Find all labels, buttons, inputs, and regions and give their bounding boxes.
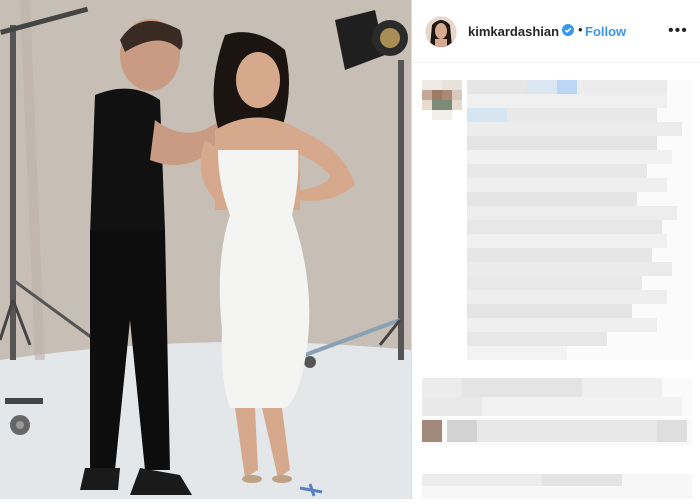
- pixelated-comment-1: [422, 378, 692, 416]
- photo-illustration: [0, 0, 411, 499]
- instagram-post: kimkardashian • Follow •••: [0, 0, 700, 499]
- post-side-panel: kimkardashian • Follow •••: [412, 0, 700, 499]
- follow-button[interactable]: Follow: [585, 24, 626, 39]
- post-header: kimkardashian • Follow •••: [412, 0, 700, 63]
- more-options-icon[interactable]: •••: [668, 22, 688, 40]
- avatar-image: [426, 17, 456, 47]
- pixelated-comment-2: [422, 418, 692, 446]
- post-photo[interactable]: [0, 0, 411, 499]
- pixelated-avatar: [422, 80, 462, 120]
- username-link[interactable]: kimkardashian: [468, 24, 559, 39]
- pixelated-caption: [467, 80, 692, 360]
- pixelated-comment-3: [422, 474, 692, 499]
- avatar[interactable]: [426, 17, 456, 47]
- verified-badge-icon: [562, 24, 574, 36]
- separator-dot: •: [578, 22, 583, 37]
